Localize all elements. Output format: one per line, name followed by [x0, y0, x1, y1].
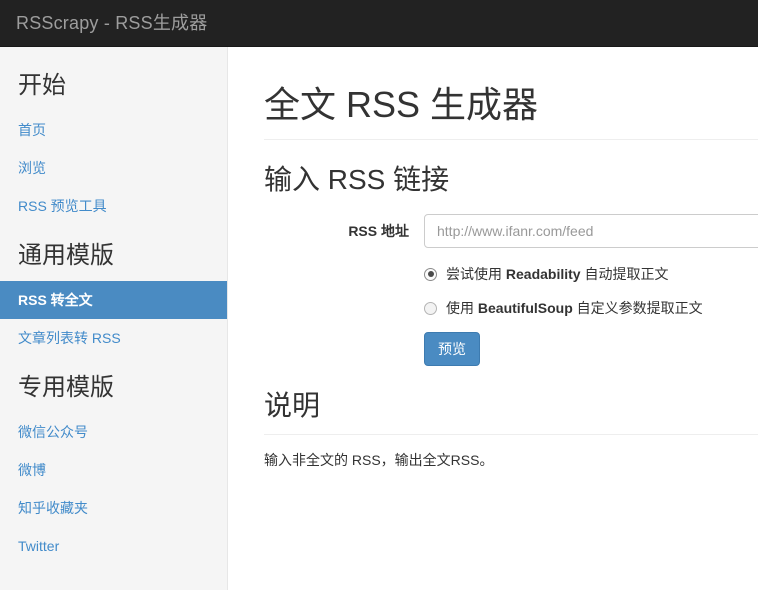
option-beautifulsoup-suffix: 自定义参数提取正文	[572, 300, 703, 316]
option-readability-prefix: 尝试使用	[446, 266, 506, 282]
radio-icon-beautifulsoup[interactable]	[424, 301, 437, 315]
extraction-options: 尝试使用 Readability 自动提取正文 使用 BeautifulSoup…	[424, 264, 758, 318]
sidebar-item-wechat[interactable]: 微信公众号	[0, 413, 227, 451]
sidebar-item-rss-to-fulltext[interactable]: RSS 转全文	[0, 281, 227, 319]
option-beautifulsoup-strong: BeautifulSoup	[477, 300, 573, 316]
sidebar-item-rss-preview-tool[interactable]: RSS 预览工具	[0, 187, 227, 225]
sidebar-heading-general-templates: 通用模版	[18, 242, 114, 269]
rss-url-label: RSS 地址	[348, 223, 409, 239]
sidebar-item-browse[interactable]: 浏览	[0, 149, 227, 187]
rss-url-input[interactable]	[424, 214, 758, 248]
sidebar-item-weibo[interactable]: 微博	[0, 451, 227, 489]
rss-form: RSS 地址 尝试使用 Readability 自动提取正文 使用 Beauti…	[264, 214, 758, 366]
sidebar-item-home[interactable]: 首页	[0, 111, 227, 149]
rss-url-row: RSS 地址	[264, 214, 758, 248]
page-title: 全文 RSS 生成器	[264, 83, 758, 140]
sidebar-group-general-templates: 通用模版 RSS 转全文 文章列表转 RSS	[0, 241, 227, 357]
page-body: 开始 首页 浏览 RSS 预览工具 通用模版 RSS 转全文 文章列表转 RSS…	[0, 47, 758, 590]
radio-icon-readability[interactable]	[424, 267, 437, 281]
option-readability-suffix: 自动提取正文	[580, 266, 669, 282]
option-readability-strong: Readability	[505, 266, 581, 282]
rss-url-control	[424, 214, 758, 248]
sidebar-group-special-templates: 专用模版 微信公众号 微博 知乎收藏夹 Twitter	[0, 373, 227, 565]
navbar-brand[interactable]: RSScrapy - RSS生成器	[0, 13, 222, 33]
main-content: 全文 RSS 生成器 输入 RSS 链接 RSS 地址 尝试使用 Readabi…	[228, 47, 758, 590]
option-readability-label: 尝试使用 Readability 自动提取正文	[446, 264, 668, 284]
description-text: 输入非全文的 RSS，输出全文RSS。	[264, 452, 494, 468]
option-beautifulsoup-prefix: 使用	[446, 300, 478, 316]
sidebar-item-zhihu-favorites[interactable]: 知乎收藏夹	[0, 489, 227, 527]
option-beautifulsoup-label: 使用 BeautifulSoup 自定义参数提取正文	[446, 298, 703, 318]
sidebar-group-start: 开始 首页 浏览 RSS 预览工具	[0, 71, 227, 225]
sidebar-heading-special-templates: 专用模版	[18, 374, 114, 401]
preview-button[interactable]: 预览	[424, 332, 480, 366]
option-readability[interactable]: 尝试使用 Readability 自动提取正文	[424, 264, 758, 284]
description-section-title: 说明	[264, 388, 758, 435]
input-section-title: 输入 RSS 链接	[264, 164, 450, 195]
sidebar-item-article-list-to-rss[interactable]: 文章列表转 RSS	[0, 319, 227, 357]
option-beautifulsoup[interactable]: 使用 BeautifulSoup 自定义参数提取正文	[424, 298, 758, 318]
sidebar-item-twitter[interactable]: Twitter	[0, 527, 227, 565]
submit-row: 预览	[424, 332, 758, 366]
sidebar-heading-start: 开始	[18, 72, 66, 99]
top-navbar: RSScrapy - RSS生成器	[0, 0, 758, 47]
sidebar: 开始 首页 浏览 RSS 预览工具 通用模版 RSS 转全文 文章列表转 RSS…	[0, 47, 228, 590]
